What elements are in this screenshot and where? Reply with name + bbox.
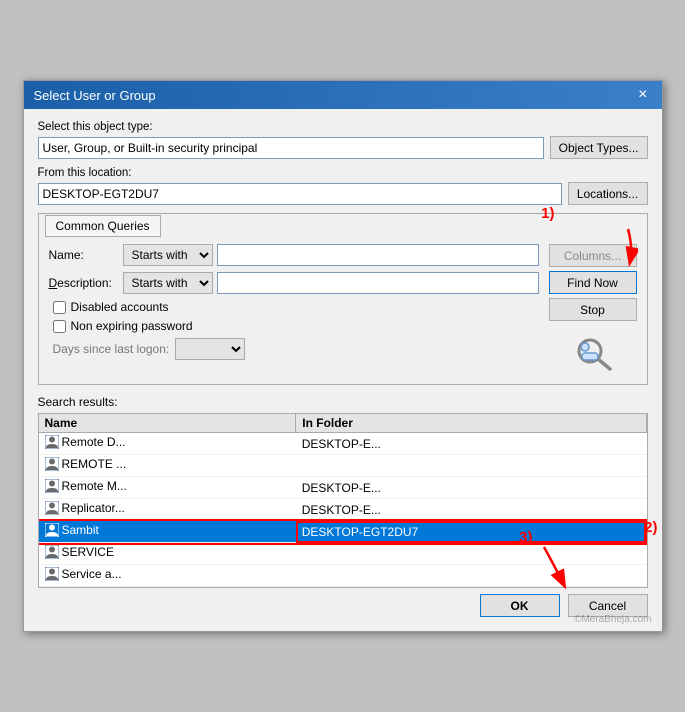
dialog-title: Select User or Group (34, 88, 156, 103)
row-folder (296, 455, 646, 477)
object-types-button[interactable]: Object Types... (550, 136, 648, 159)
select-user-dialog: Select User or Group × Select this objec… (23, 80, 663, 632)
days-row: Days since last logon: (53, 338, 539, 360)
location-row: Locations... (38, 182, 648, 205)
annotation-2: 2) (644, 519, 657, 536)
table-row[interactable]: SambitDESKTOP-EGT2DU7 (39, 521, 647, 543)
col-name: Name (39, 414, 296, 433)
dialog-body: Select this object type: Object Types...… (24, 109, 662, 631)
location-input[interactable] (38, 183, 562, 205)
bottom-buttons: OK Cancel (38, 588, 648, 621)
row-name: SERVICE (39, 543, 296, 565)
object-type-row: Object Types... (38, 136, 648, 159)
common-queries-section: 1) Common Queries (38, 213, 648, 385)
search-results-label: Search results: (38, 395, 648, 409)
row-folder (296, 565, 646, 587)
col-folder: In Folder (296, 414, 646, 433)
table-row[interactable]: REMOTE ... (39, 455, 647, 477)
row-name: Sambit (39, 521, 296, 543)
object-type-input[interactable] (38, 137, 544, 159)
cq-search-row: Name: Starts with Is (exactly) Starts wi… (49, 244, 637, 374)
cq-desc-input[interactable] (217, 272, 539, 294)
cq-body: Name: Starts with Is (exactly) Starts wi… (39, 236, 647, 384)
close-button[interactable]: × (634, 87, 651, 103)
annotation-3: 3) (519, 529, 532, 546)
table-row[interactable]: Remote M...DESKTOP-E... (39, 477, 647, 499)
row-folder: DESKTOP-EGT2DU7 (296, 521, 646, 543)
row-name: Replicator... (39, 499, 296, 521)
ok-button[interactable]: OK (480, 594, 560, 617)
row-name: Remote M... (39, 477, 296, 499)
cq-desc-label: Description: (49, 276, 119, 290)
cq-tab-row: Common Queries (39, 214, 647, 236)
common-queries-tab[interactable]: Common Queries (45, 215, 161, 237)
find-now-button[interactable]: Find Now (549, 271, 637, 294)
cq-left: Name: Starts with Is (exactly) Starts wi… (49, 244, 539, 360)
object-type-label: Select this object type: (38, 121, 648, 133)
days-select[interactable] (175, 338, 245, 360)
watermark: ©MeraBheja.com (574, 614, 651, 625)
cq-desc-row: Description: Starts with Is (exactly) (49, 272, 539, 294)
disabled-accounts-label: Disabled accounts (71, 300, 169, 314)
title-bar: Select User or Group × (24, 81, 662, 109)
cq-name-input[interactable] (217, 244, 539, 266)
location-label: From this location: (38, 167, 648, 179)
row-name: Remote D... (39, 433, 296, 455)
locations-button[interactable]: Locations... (568, 182, 648, 205)
disabled-accounts-checkbox[interactable] (53, 301, 66, 314)
stop-button[interactable]: Stop (549, 298, 637, 321)
cq-right-panel: Columns... Find Now Stop (549, 244, 637, 374)
cq-name-label: Name: (49, 248, 119, 262)
non-expiring-label: Non expiring password (71, 319, 193, 333)
table-row[interactable]: Replicator...DESKTOP-E... (39, 499, 647, 521)
search-graphic (549, 333, 637, 374)
common-queries-box: Common Queries Name: Starts with Is (exa… (38, 213, 648, 385)
non-expiring-checkbox[interactable] (53, 320, 66, 333)
row-folder: DESKTOP-E... (296, 499, 646, 521)
annotation-1: 1) (541, 205, 554, 222)
columns-button[interactable]: Columns... (549, 244, 637, 267)
cq-name-select[interactable]: Starts with Is (exactly) Starts with (123, 244, 213, 266)
table-row[interactable]: Remote D...DESKTOP-E... (39, 433, 647, 455)
non-expiring-row: Non expiring password (53, 319, 539, 333)
disabled-accounts-row: Disabled accounts (53, 300, 539, 314)
row-folder (296, 543, 646, 565)
cq-desc-select[interactable]: Starts with Is (exactly) (123, 272, 213, 294)
search-results-section: Search results: 3) Name (38, 395, 648, 588)
row-folder: DESKTOP-E... (296, 433, 646, 455)
cq-name-row: Name: Starts with Is (exactly) Starts wi… (49, 244, 539, 266)
row-folder: DESKTOP-E... (296, 477, 646, 499)
days-label: Days since last logon: (53, 342, 170, 356)
row-name: Service a... (39, 565, 296, 587)
row-name: SYSTEM (39, 587, 296, 589)
row-folder (296, 587, 646, 589)
row-name: REMOTE ... (39, 455, 296, 477)
